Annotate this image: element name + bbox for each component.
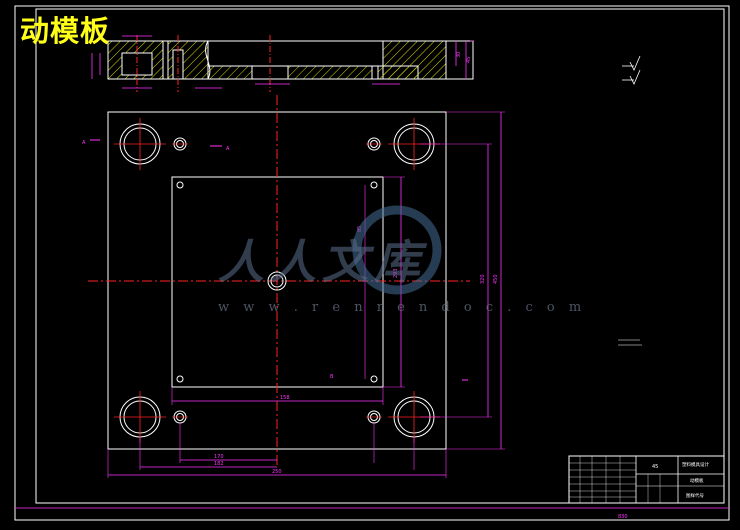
dim-inner-width: 158 bbox=[280, 395, 290, 401]
dim-bottom-b: 182 bbox=[214, 461, 224, 467]
screw-hole-br bbox=[366, 410, 382, 424]
title-block-part-name: 动模板 bbox=[690, 477, 704, 484]
dim-bottom-a: 170 bbox=[214, 454, 224, 460]
guide-hole-tl bbox=[114, 118, 166, 170]
drawing-canvas: 30 45 450 320 293 85 158 170 182 250 A A… bbox=[0, 0, 740, 530]
dim-bottom-sheet: 830 bbox=[618, 514, 628, 520]
section-view: 30 45 bbox=[91, 35, 474, 92]
drawing-title: 动模板 bbox=[20, 14, 111, 48]
section-label-left: A bbox=[82, 140, 86, 146]
pin-hole bbox=[370, 181, 378, 189]
roughness-note bbox=[622, 55, 641, 85]
dim-thickness-a: 30 bbox=[456, 52, 462, 58]
section-label-right: A bbox=[226, 146, 230, 152]
title-block-material: 45 bbox=[652, 464, 658, 470]
dim-width-total: 250 bbox=[272, 469, 282, 475]
watermark-url: w w w . r e n r e n d o c . c o m bbox=[218, 300, 587, 315]
screw-hole-tl bbox=[172, 137, 188, 151]
title-block: 45 塑料模具设计 动模板 图样代号 bbox=[568, 455, 725, 504]
watermark-text: 人人文库 bbox=[218, 235, 426, 289]
section-label-bottom: B bbox=[330, 374, 334, 380]
title-block-project: 塑料模具设计 bbox=[682, 461, 709, 468]
dim-thickness-b: 45 bbox=[466, 57, 472, 63]
screw-hole-tr bbox=[366, 137, 382, 151]
pin-hole bbox=[176, 375, 184, 383]
pin-hole bbox=[370, 375, 378, 383]
title-block-sheet-note: 图样代号 bbox=[686, 492, 704, 499]
pin-hole bbox=[176, 181, 184, 189]
guide-hole-bl bbox=[114, 391, 166, 443]
screw-hole-bl bbox=[172, 410, 188, 424]
technical-note bbox=[618, 339, 642, 346]
